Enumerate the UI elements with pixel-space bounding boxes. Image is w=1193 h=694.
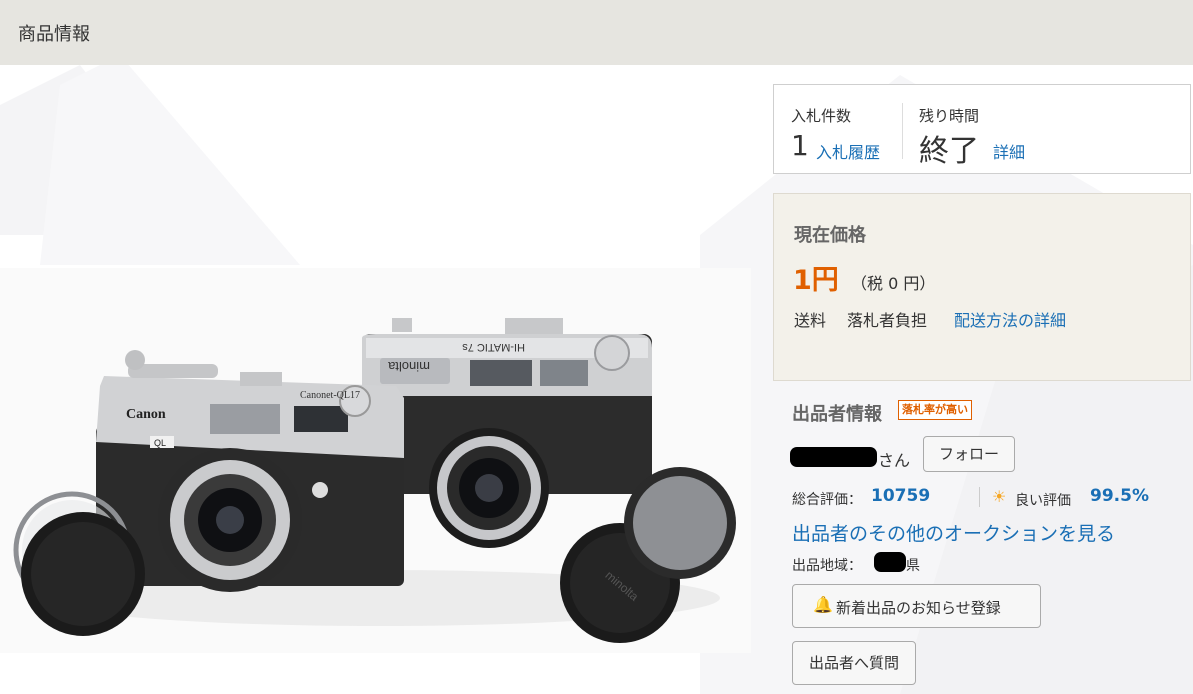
canon-camera-brand: Canon — [126, 407, 166, 422]
sun-icon: ☀ — [992, 487, 1007, 506]
high-win-rate-badge: 落札率が高い — [898, 400, 972, 420]
ql-badge: QL — [154, 438, 166, 448]
new-listing-notify-label: 新着出品のお知らせ登録 — [836, 599, 1001, 617]
good-rating-label: 良い評価 — [1015, 493, 1071, 509]
bid-count: 1 — [791, 129, 809, 162]
total-rating-value[interactable]: 10759 — [871, 486, 930, 506]
follow-button[interactable]: フォロー — [923, 436, 1015, 472]
bid-info-divider — [902, 103, 903, 159]
rating-divider — [979, 487, 980, 507]
seller-name-suffix: さん — [878, 451, 911, 470]
region-label: 出品地域： — [792, 558, 862, 574]
price-tax: （税 0 円） — [851, 274, 936, 293]
bid-count-label: 入札件数 — [791, 107, 852, 125]
canon-camera-model: Canonet-QL17 — [300, 390, 360, 401]
time-left-value: 終了 — [919, 134, 979, 169]
shipping-value: 落札者負担 — [847, 311, 928, 330]
minolta-camera-model: HI-MATIC 7s — [462, 341, 525, 353]
price-panel: 現在価格 1円 （税 0 円） 送料 落札者負担 配送方法の詳細 — [773, 193, 1191, 381]
seller-info-heading: 出品者情報 — [792, 404, 882, 425]
total-rating-label: 総合評価： — [792, 492, 862, 508]
ask-seller-button[interactable]: 出品者へ質問 — [792, 641, 916, 685]
bell-icon: 🔔 — [813, 595, 833, 614]
good-rating-value: 99.5% — [1090, 486, 1149, 506]
minolta-camera-brand: minolta — [387, 359, 430, 374]
bid-info-panel: 入札件数 1 入札履歴 残り時間 終了 詳細 — [773, 84, 1191, 174]
seller-name-redacted[interactable] — [790, 447, 877, 467]
current-price-value: 1円 — [793, 265, 839, 296]
bid-history-link[interactable]: 入札履歴 — [816, 139, 880, 163]
page-header: 商品情報 — [0, 0, 1193, 65]
product-photo[interactable]: minolta HI-MATIC 7s Canon Canonet-QL17 Q… — [0, 268, 751, 653]
page-title: 商品情報 — [18, 24, 90, 45]
current-price-label: 現在価格 — [794, 225, 866, 246]
time-detail-link[interactable]: 詳細 — [993, 139, 1025, 163]
shipping-method-link[interactable]: 配送方法の詳細 — [954, 307, 1066, 331]
region-suffix: 県 — [906, 558, 920, 574]
region-redacted — [874, 552, 906, 572]
other-auctions-link[interactable]: 出品者のその他のオークションを見る — [792, 519, 1115, 546]
seller-info-section: 出品者情報 落札率が高い さん フォロー 総合評価： 10759 ☀ 良い評価 … — [773, 395, 1193, 694]
time-left-label: 残り時間 — [919, 107, 980, 125]
new-listing-notify-button[interactable]: 🔔 新着出品のお知らせ登録 — [792, 584, 1041, 628]
shipping-label: 送料 — [794, 311, 827, 330]
